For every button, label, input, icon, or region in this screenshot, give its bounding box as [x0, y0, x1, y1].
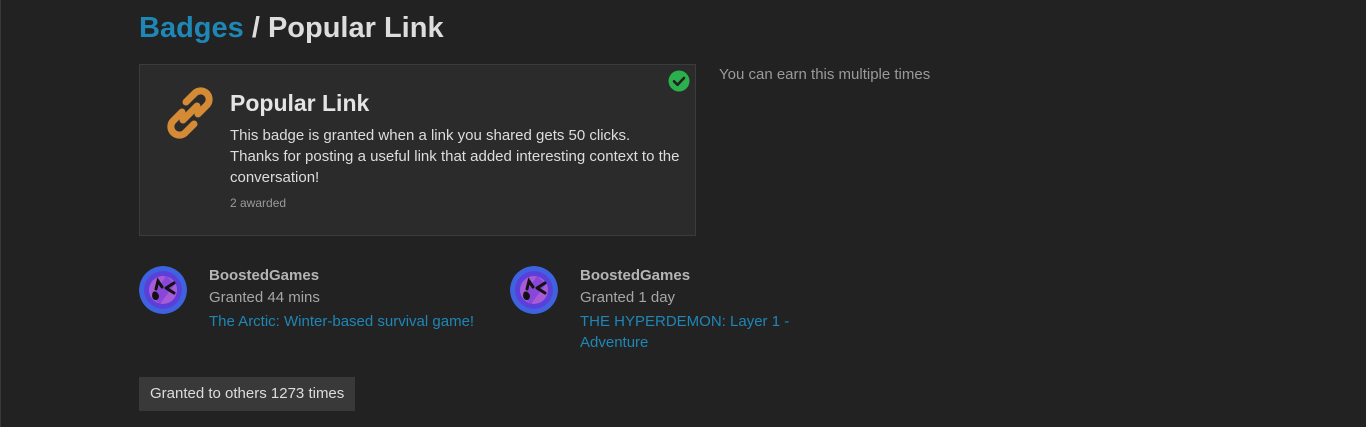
avatar-image — [510, 266, 558, 314]
grant-username[interactable]: BoostedGames — [209, 267, 319, 285]
grant-topic-link[interactable]: THE HYPERDEMON: Layer 1 - Adventure — [580, 311, 800, 353]
awarded-count: 2 awarded — [230, 196, 287, 210]
badge-card: Popular Link This badge is granted when … — [139, 64, 696, 236]
breadcrumb-separator: / — [243, 12, 268, 44]
grant-topic-link[interactable]: The Arctic: Winter-based survival game! — [209, 311, 479, 332]
user-avatar[interactable] — [139, 266, 187, 314]
check-circle-icon — [668, 70, 690, 92]
grant-username[interactable]: BoostedGames — [580, 267, 690, 285]
multiple-times-note: You can earn this multiple times — [719, 66, 931, 83]
badge-title: Popular Link — [267, 12, 444, 44]
granted-to-others-button[interactable]: Granted to others 1273 times — [139, 377, 356, 411]
badge-name: Popular Link — [230, 90, 370, 116]
grant-time: Granted 1 day — [580, 289, 676, 306]
grant-time: Granted 44 mins — [209, 289, 320, 306]
breadcrumb-badges-link[interactable]: Badges — [139, 12, 244, 44]
user-avatar[interactable] — [510, 266, 558, 314]
badge-page: Badges / Popular Link Popular Link This … — [0, 0, 1366, 427]
link-icon — [167, 87, 213, 139]
page-title: Badges / Popular Link — [139, 10, 444, 46]
avatar-image — [139, 266, 187, 314]
badge-description: This badge is granted when a link you sh… — [230, 127, 680, 186]
